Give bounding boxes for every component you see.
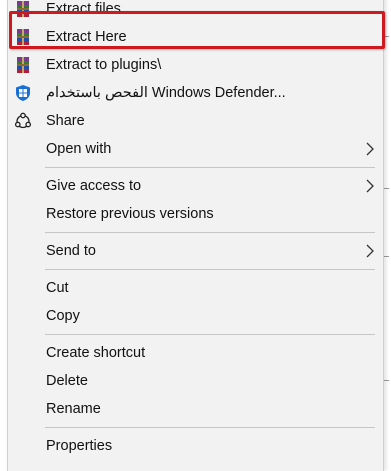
menu-item-label: Give access to	[46, 178, 142, 194]
share-icon	[14, 112, 32, 130]
menu-item-delete[interactable]: Delete	[8, 367, 383, 395]
menu-item-share[interactable]: Share	[8, 107, 383, 135]
menu-item-cut[interactable]: Cut	[8, 274, 383, 302]
menu-item-label: Properties	[46, 438, 113, 454]
menu-item-give-access[interactable]: Give access to	[8, 172, 383, 200]
menu-item-label: Cut	[46, 280, 69, 296]
menu-separator	[45, 232, 375, 233]
menu-item-label: Copy	[46, 308, 80, 324]
menu-separator	[45, 167, 375, 168]
windows-defender-icon	[14, 84, 32, 102]
menu-item-open-with[interactable]: Open with	[8, 135, 383, 163]
menu-separator	[45, 334, 375, 335]
menu-item-label: Delete	[46, 373, 88, 389]
menu-item-label: Extract to plugins\	[46, 57, 162, 73]
context-menu: Extract files... Extract Here Extract to…	[7, 0, 385, 471]
menu-item-windows-defender-scan[interactable]: الفحص باستخدام Windows Defender...	[8, 79, 383, 107]
background-window-left	[0, 0, 7, 464]
menu-item-label: Rename	[46, 401, 101, 417]
menu-separator	[45, 427, 375, 428]
menu-item-extract-to[interactable]: Extract to plugins\	[8, 51, 383, 79]
menu-item-label: Open with	[46, 141, 112, 157]
menu-item-copy[interactable]: Copy	[8, 302, 383, 330]
menu-item-restore-previous-versions[interactable]: Restore previous versions	[8, 200, 383, 228]
menu-item-rename[interactable]: Rename	[8, 395, 383, 423]
chevron-right-icon	[365, 179, 375, 193]
menu-item-label: Send to	[46, 243, 96, 259]
menu-item-label: Share	[46, 113, 85, 129]
menu-item-label: Restore previous versions	[46, 206, 214, 222]
menu-item-create-shortcut[interactable]: Create shortcut	[8, 339, 383, 367]
menu-item-send-to[interactable]: Send to	[8, 237, 383, 265]
menu-item-label: الفحص باستخدام Windows Defender...	[46, 85, 286, 101]
menu-item-label: Create shortcut	[46, 345, 146, 361]
chevron-right-icon	[365, 142, 375, 156]
menu-item-properties[interactable]: Properties	[8, 432, 383, 460]
menu-separator	[45, 269, 375, 270]
winrar-icon	[14, 56, 32, 74]
chevron-right-icon	[365, 244, 375, 258]
highlight-box	[9, 11, 385, 49]
